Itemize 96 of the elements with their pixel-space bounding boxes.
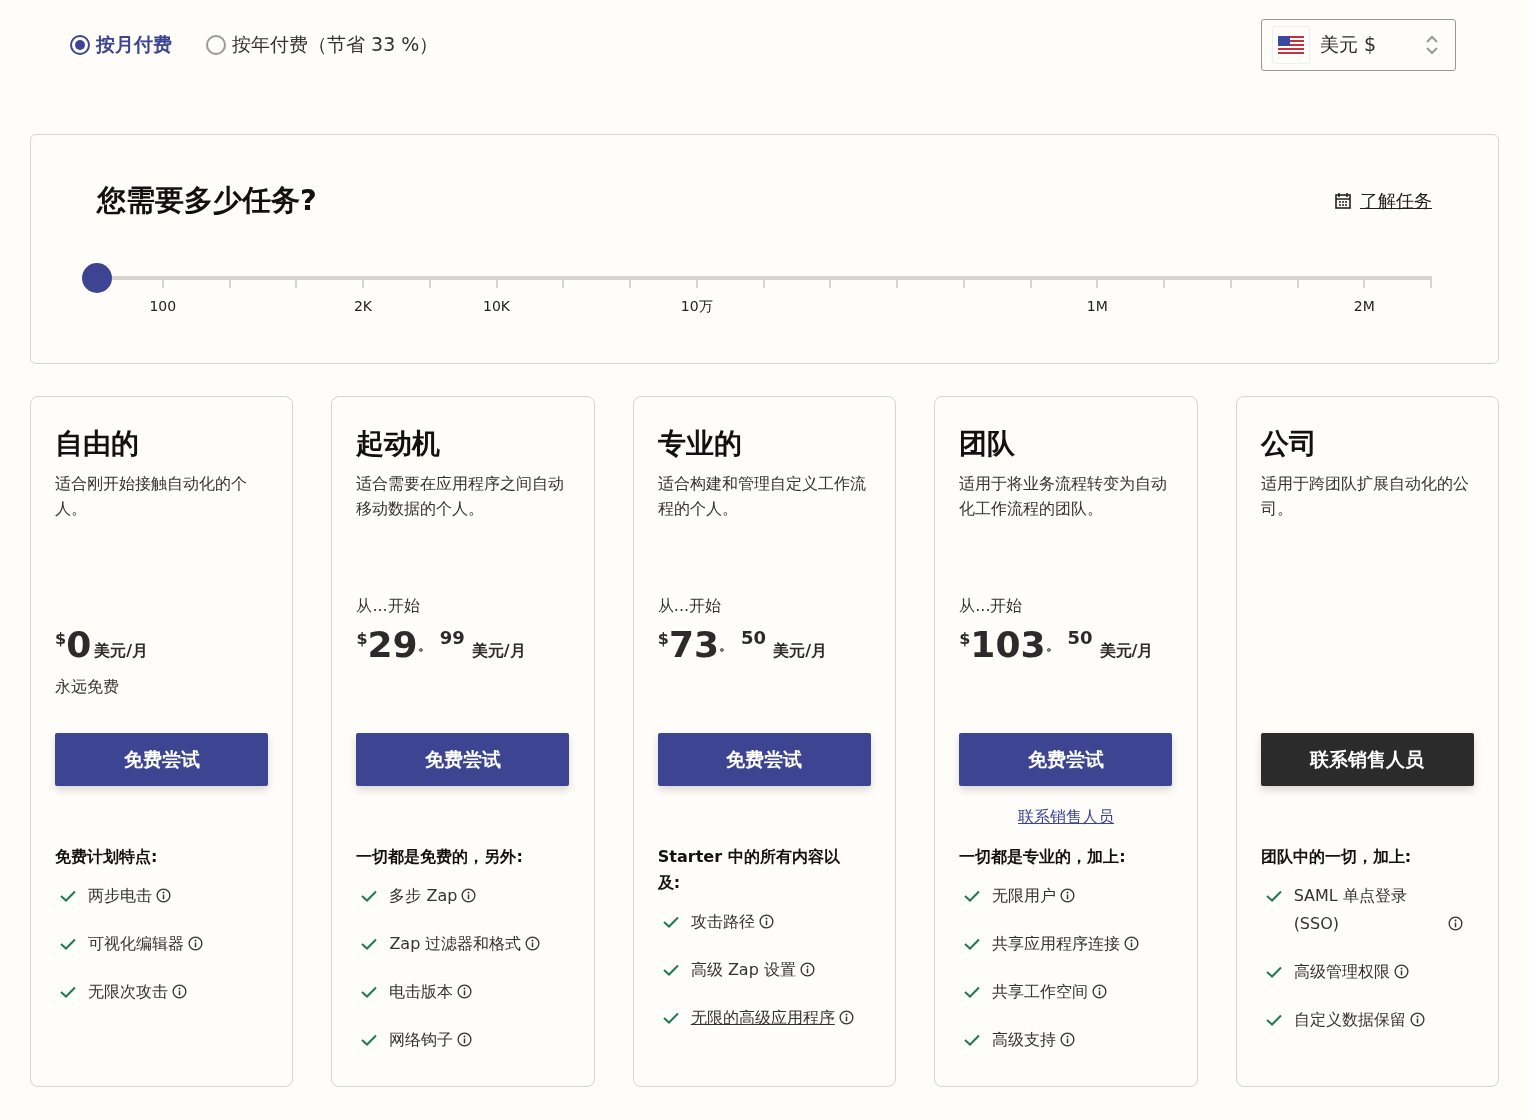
check-icon — [60, 986, 76, 998]
billing-radio[interactable]: 按年付费（节省 33 %） — [206, 32, 439, 58]
check-icon — [662, 1012, 679, 1024]
tasks-title: 您需要多少任务? — [97, 182, 317, 219]
plan-name: 公司 — [1260, 426, 1318, 462]
price: $0 美元/月 — [55, 623, 150, 665]
info-icon[interactable] — [461, 888, 477, 903]
chevron-updown-icon — [1425, 34, 1439, 56]
info-icon[interactable] — [156, 888, 171, 903]
tick-label: 2K — [352, 298, 374, 314]
feature-text: 网络钩子 — [389, 1029, 454, 1051]
info-icon[interactable] — [172, 984, 187, 999]
tick-label: 10万 — [679, 298, 714, 316]
info-icon[interactable] — [1124, 936, 1140, 951]
info-icon[interactable] — [1092, 984, 1108, 999]
cta-button[interactable]: 免费尝试 — [55, 733, 268, 786]
plan-name: 专业的 — [657, 426, 743, 462]
check-icon — [1265, 890, 1282, 902]
plan-description: 适合构建和管理自定义工作流程的个人。 — [657, 473, 867, 520]
features-heading: 一切都是专业的，加上: — [959, 846, 1127, 868]
features-heading: 免费计划特点: — [55, 846, 159, 868]
check-icon — [662, 964, 679, 976]
info-icon[interactable] — [457, 984, 473, 999]
feature-text: 高级 Zap 设置 — [690, 959, 796, 981]
features-heading: 团队中的一切，加上: — [1260, 846, 1413, 868]
feature-text: 高级支持 — [992, 1029, 1057, 1051]
slider-thumb[interactable] — [82, 263, 112, 293]
cta-button[interactable]: 免费尝试 — [657, 733, 871, 786]
tick-label: 1M — [1085, 298, 1109, 314]
check-icon — [964, 1034, 981, 1046]
feature-text: 无限次攻击 — [88, 981, 168, 1003]
check-icon — [361, 1034, 378, 1046]
cta-button[interactable]: 免费尝试 — [356, 733, 570, 786]
price-prefix: 从...开始 — [657, 595, 723, 617]
price: $103。 50 美元/月 — [959, 625, 1155, 665]
plan-description: 适合刚开始接触自动化的个人。 — [55, 473, 248, 520]
check-icon — [964, 890, 981, 902]
feature-text: 自定义数据保留 — [1293, 1009, 1406, 1031]
feature-text: 可视化编辑器 — [88, 933, 184, 955]
check-icon — [1265, 966, 1282, 978]
price: $29。 99 美元/月 — [356, 625, 527, 665]
info-icon[interactable] — [1409, 1012, 1425, 1027]
tick-label: 2M — [1352, 298, 1376, 314]
info-icon[interactable] — [1393, 964, 1409, 979]
flag-icon — [1278, 36, 1304, 54]
feature-text: 共享应用程序连接 — [992, 933, 1121, 955]
plan-name: 自由的 — [55, 426, 140, 462]
check-icon — [1265, 1014, 1282, 1026]
info-icon[interactable] — [758, 914, 774, 929]
plan-name: 起动机 — [356, 426, 442, 462]
plan-description: 适用于跨团队扩展自动化的公司。 — [1260, 473, 1470, 520]
info-icon[interactable] — [525, 936, 541, 951]
info-icon[interactable] — [799, 962, 815, 977]
feature-text: Zap 过滤器和格式 — [389, 933, 522, 955]
check-icon — [964, 986, 981, 998]
plan-description: 适合需要在应用程序之间自动移动数据的个人。 — [356, 473, 566, 520]
price-prefix: 从...开始 — [959, 595, 1024, 617]
info-icon[interactable] — [1060, 888, 1076, 903]
currency-select[interactable]: 美元 $ — [1261, 19, 1456, 71]
price-note: 永远免费 — [55, 677, 120, 698]
learn-tasks-link[interactable]: 了解任务 — [1360, 189, 1432, 213]
price-prefix: 从...开始 — [356, 595, 421, 617]
check-icon — [60, 890, 76, 902]
plan-name: 团队 — [959, 426, 1017, 462]
info-icon[interactable] — [1447, 916, 1463, 931]
feature-text: 两步电击 — [88, 885, 152, 907]
info-icon[interactable] — [457, 1032, 473, 1047]
feature-text: 电击版本 — [389, 981, 454, 1003]
tasks-slider[interactable]: 100 2K 10K 10万 1M 2M — [82, 263, 1447, 319]
feature-text: 无限用户 — [992, 885, 1057, 907]
info-icon[interactable] — [188, 936, 203, 951]
feature-text: 高级管理权限 — [1293, 961, 1390, 983]
contact-sales-link[interactable]: 联系销售人员 — [1017, 806, 1114, 828]
plan-description: 适用于将业务流程转变为自动化工作流程的团队。 — [959, 473, 1169, 520]
features-heading: Starter 中的所有内容以及: — [657, 846, 841, 894]
check-icon — [964, 938, 981, 950]
features-heading: 一切都是免费的，另外: — [356, 846, 524, 868]
check-icon — [662, 916, 679, 928]
cta-button[interactable]: 免费尝试 — [959, 733, 1173, 786]
feature-link[interactable]: 无限的高级应用程序 — [690, 1004, 835, 1032]
calendar-icon — [1334, 192, 1352, 210]
info-icon[interactable] — [838, 1010, 854, 1025]
check-icon — [361, 890, 378, 902]
feature-text: 共享工作空间 — [992, 981, 1089, 1003]
feature-text: 攻击路径 — [690, 911, 755, 933]
feature-text: SAML 单点登录 (SSO) — [1293, 885, 1408, 935]
check-icon — [361, 986, 378, 998]
price: $73。 50 美元/月 — [657, 625, 828, 665]
tick-label: 100 — [148, 298, 178, 314]
info-icon[interactable] — [1060, 1032, 1076, 1047]
cta-button[interactable]: 联系销售人员 — [1260, 733, 1474, 786]
check-icon — [361, 938, 378, 950]
check-icon — [60, 938, 76, 950]
feature-text: 多步 Zap — [389, 885, 458, 907]
tick-label: 10K — [482, 298, 511, 314]
billing-radio[interactable]: 按月付费 — [70, 32, 172, 58]
